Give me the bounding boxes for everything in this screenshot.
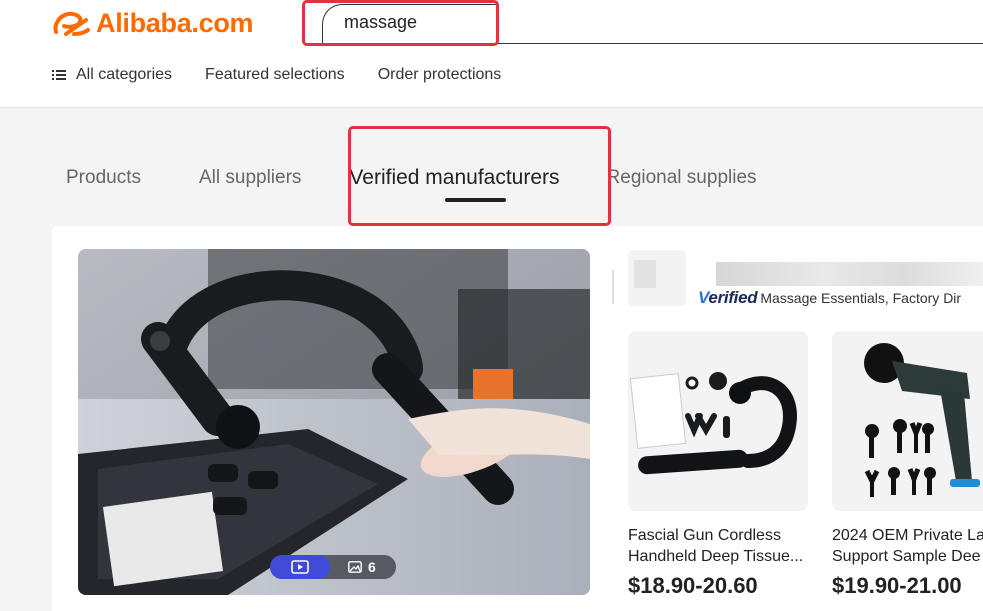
video-icon	[291, 560, 309, 574]
top-nav: All categories Featured selections Order…	[52, 66, 534, 84]
nav-order-protections-label: Order protections	[377, 66, 502, 83]
tab-products[interactable]: Products	[66, 167, 141, 189]
product-title-line2[interactable]: Handheld Deep Tissue...	[628, 546, 808, 567]
product-card[interactable]: 2024 OEM Private La Support Sample Dee $…	[832, 331, 983, 599]
media-count-pill[interactable]: 6	[270, 555, 396, 579]
search-tabs: Products All suppliers Verified manufact…	[66, 166, 757, 190]
supplier-name-blurred[interactable]	[716, 262, 983, 286]
product-image[interactable]	[832, 331, 983, 511]
product-image-graphic	[628, 331, 808, 511]
product-title-line2[interactable]: Support Sample Dee	[832, 546, 983, 567]
main-product-media[interactable]	[78, 249, 590, 595]
alibaba-logo-icon	[53, 11, 90, 36]
verified-badge: Verified	[698, 288, 758, 308]
product-image-graphic	[832, 331, 983, 511]
search-input[interactable]	[344, 9, 484, 35]
nav-all-categories-label: All categories	[76, 66, 173, 83]
active-tab-indicator	[445, 198, 506, 202]
product-price: $19.90-21.00	[832, 573, 962, 598]
vertical-divider	[612, 270, 614, 304]
logo-text: Alibaba.com	[96, 7, 254, 38]
product-price: $18.90-20.60	[628, 573, 758, 598]
main-product-image	[78, 249, 590, 595]
image-toggle[interactable]: 6	[348, 559, 376, 575]
image-icon	[348, 561, 362, 573]
verified-badge-rest: erified	[708, 288, 758, 307]
product-card[interactable]: Fascial Gun Cordless Handheld Deep Tissu…	[628, 331, 808, 599]
tab-regional-supplies[interactable]: Regional supplies	[607, 167, 757, 189]
product-title-line1[interactable]: 2024 OEM Private La	[832, 525, 983, 546]
supplier-description: Massage Essentials, Factory Dir	[760, 290, 962, 306]
product-image[interactable]	[628, 331, 808, 511]
menu-icon	[52, 70, 66, 80]
tab-all-suppliers[interactable]: All suppliers	[199, 167, 301, 189]
alibaba-logo[interactable]: Alibaba.com	[52, 6, 254, 40]
supplier-logo-image	[628, 250, 686, 306]
top-header: Alibaba.com All categories Featured sele…	[0, 0, 983, 108]
nav-featured-selections[interactable]: Featured selections	[205, 66, 345, 84]
search-underline	[322, 43, 983, 44]
nav-all-categories[interactable]: All categories	[52, 66, 172, 84]
verified-badge-v: V	[698, 288, 709, 307]
tab-verified-manufacturers[interactable]: Verified manufacturers	[349, 166, 559, 190]
verified-supplier-row: Verified Massage Essentials, Factory Dir	[698, 288, 961, 308]
image-count: 6	[368, 559, 376, 575]
nav-featured-selections-label: Featured selections	[205, 66, 345, 83]
product-title-line1[interactable]: Fascial Gun Cordless	[628, 525, 808, 546]
nav-order-protections[interactable]: Order protections	[378, 66, 502, 84]
video-toggle[interactable]	[270, 555, 330, 579]
supplier-logo-placeholder[interactable]	[628, 250, 686, 306]
